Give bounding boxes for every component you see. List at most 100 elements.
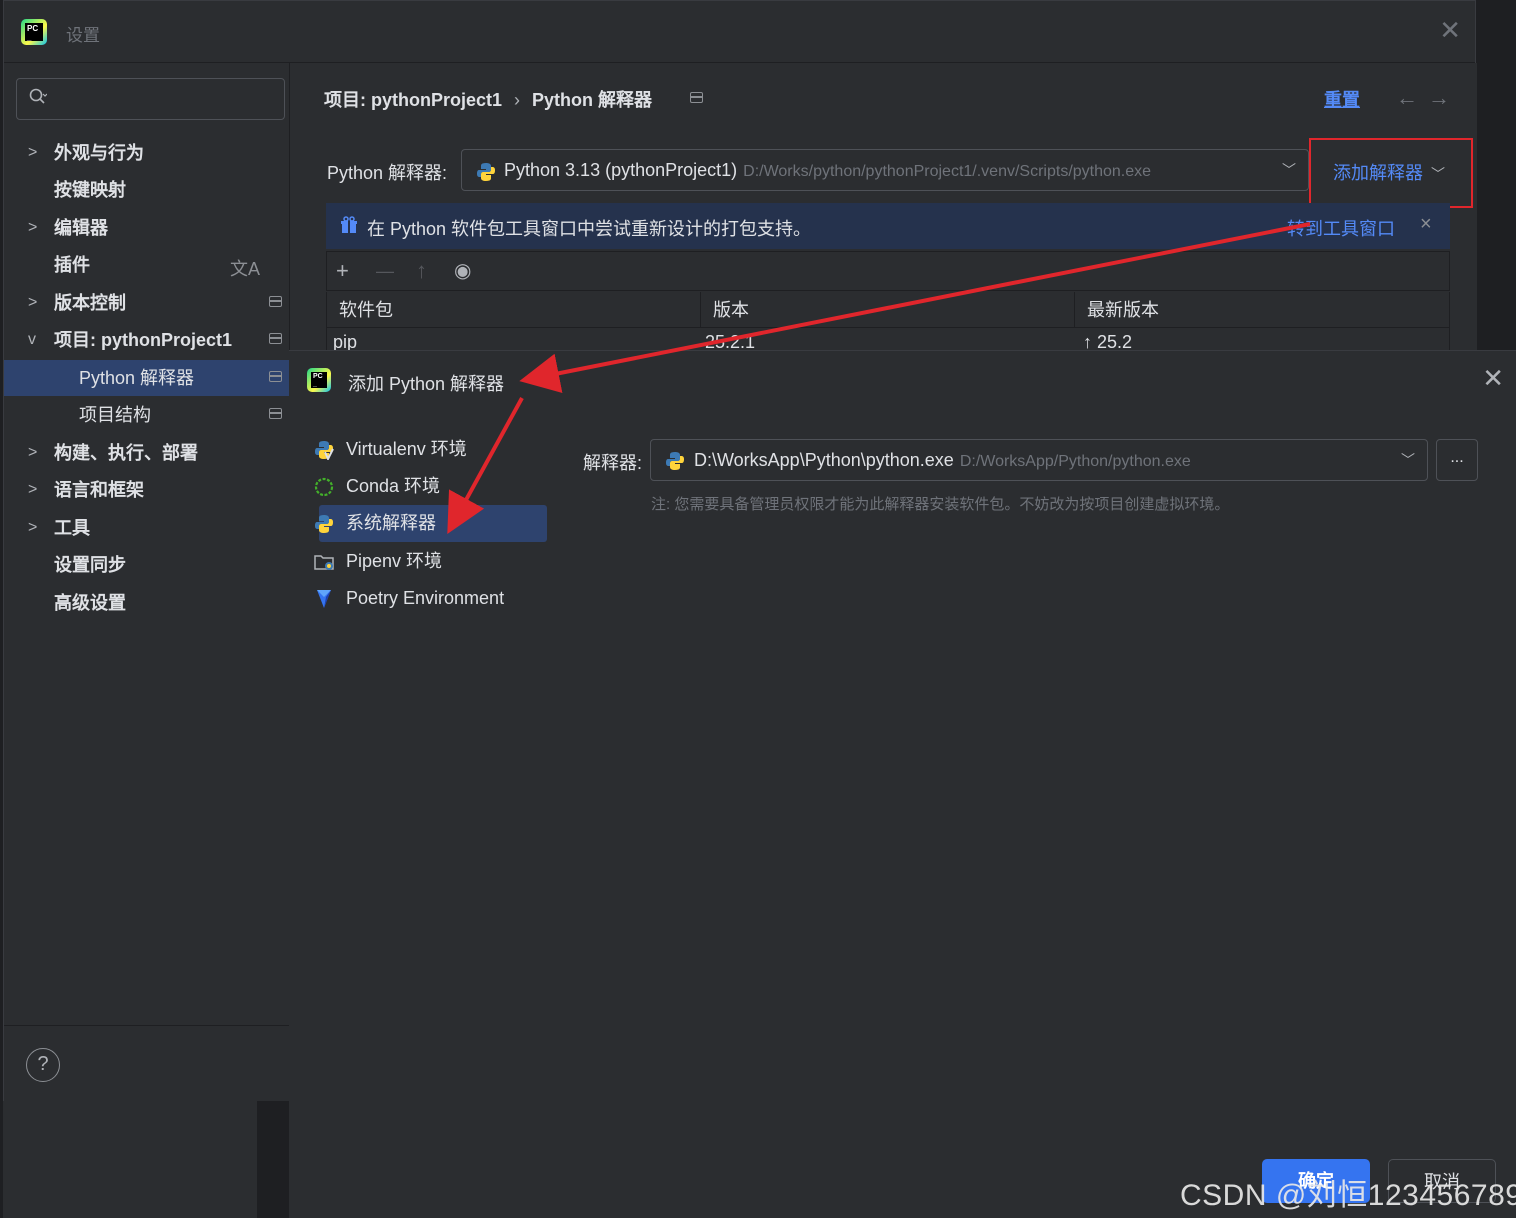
chevron-down-icon: ﹀ bbox=[1282, 162, 1296, 178]
help-button[interactable]: ? bbox=[26, 1048, 60, 1082]
env-item-system-interpreter[interactable]: 系统解释器 bbox=[315, 505, 547, 542]
env-item-poetry[interactable]: Poetry Environment bbox=[309, 580, 549, 617]
back-forward-arrows[interactable]: ←→ bbox=[1396, 85, 1460, 111]
project-scope-icon bbox=[269, 371, 282, 382]
nav-item-appearance[interactable]: > 外观与行为 bbox=[4, 135, 290, 171]
dialog-interpreter-label: 解释器: bbox=[583, 453, 643, 473]
nav-item-label: 构建、执行、部署 bbox=[54, 443, 198, 463]
project-scope-icon bbox=[269, 333, 282, 344]
chevron-down-icon: ﹀ bbox=[1401, 452, 1415, 468]
nav-item-label: 插件 bbox=[54, 255, 90, 275]
nav-item-label: 版本控制 bbox=[54, 293, 126, 313]
packaging-banner: 在 Python 软件包工具窗口中尝试重新设计的打包支持。 转到工具窗口 × bbox=[326, 203, 1450, 249]
upgrade-icon[interactable]: ↑ bbox=[416, 259, 427, 283]
column-header-latest[interactable]: 最新版本 bbox=[1075, 292, 1449, 328]
nav-item-project-structure[interactable]: 项目结构 bbox=[4, 397, 290, 433]
pycharm-logo-icon: PC _ bbox=[307, 368, 331, 392]
remove-icon[interactable]: — bbox=[376, 259, 394, 283]
env-item-label: Pipenv 环境 bbox=[346, 551, 443, 571]
nav-item-vcs[interactable]: > 版本控制 bbox=[4, 285, 290, 321]
settings-sidebar: > 外观与行为 按键映射 > 编辑器 插件 文A > 版本控制 v 项目: py… bbox=[4, 63, 290, 1101]
nav-item-project[interactable]: v 项目: pythonProject1 bbox=[4, 322, 290, 358]
interpreter-label: Python 解释器: bbox=[327, 163, 448, 183]
background-editor bbox=[1476, 0, 1516, 350]
close-icon[interactable]: × bbox=[1420, 213, 1432, 236]
close-icon[interactable]: ✕ bbox=[1439, 17, 1461, 43]
nav-item-advanced[interactable]: 高级设置 bbox=[4, 585, 290, 621]
env-item-label: 系统解释器 bbox=[346, 513, 436, 533]
env-item-label: Conda 环境 bbox=[346, 476, 441, 496]
interpreter-select[interactable]: Python 3.13 (pythonProject1) D:/Works/pyt… bbox=[461, 149, 1309, 191]
reset-link[interactable]: 重置 bbox=[1324, 86, 1360, 112]
nav-item-build[interactable]: > 构建、执行、部署 bbox=[4, 435, 290, 471]
settings-title: 设置 bbox=[66, 26, 100, 45]
pipenv-icon bbox=[314, 555, 334, 570]
env-item-label: Poetry Environment bbox=[346, 588, 505, 608]
dialog-interpreter-value: D:\WorksApp\Python\python.exe D:/WorksApp… bbox=[694, 450, 1191, 470]
banner-message: 在 Python 软件包工具窗口中尝试重新设计的打包支持。 bbox=[367, 219, 812, 239]
cell-version: 25.2.1 bbox=[705, 332, 756, 352]
add-icon[interactable]: + bbox=[336, 259, 349, 283]
nav-item-settings-sync[interactable]: 设置同步 bbox=[4, 547, 290, 583]
breadcrumb-project[interactable]: 项目: pythonProject1 bbox=[324, 90, 502, 110]
eye-icon[interactable]: ◉ bbox=[454, 259, 471, 283]
package-table: 软件包 版本 最新版本 pip 25.2.1 ↑ 25.2 bbox=[326, 292, 1450, 352]
nav-item-label: 项目结构 bbox=[79, 405, 151, 425]
chevron-right-icon: > bbox=[28, 519, 38, 536]
chevron-right-icon: > bbox=[28, 481, 38, 498]
interpreter-select-value: Python 3.13 (pythonProject1) D:/Works/pyt… bbox=[504, 160, 1152, 180]
nav-item-label: 设置同步 bbox=[54, 555, 126, 575]
settings-titlebar: PC _ 设置 ✕ bbox=[4, 1, 1475, 63]
gift-icon bbox=[341, 216, 357, 233]
env-item-virtualenv[interactable]: Virtualenv 环境 bbox=[309, 431, 549, 468]
project-scope-icon bbox=[269, 296, 282, 307]
chevron-right-icon: > bbox=[28, 444, 38, 461]
python-icon bbox=[315, 515, 333, 533]
nav-item-keymap[interactable]: 按键映射 bbox=[4, 172, 290, 208]
env-item-conda[interactable]: Conda 环境 bbox=[309, 468, 549, 505]
breadcrumb-page: Python 解释器 bbox=[532, 90, 653, 110]
env-item-label: Virtualenv 环境 bbox=[346, 439, 467, 459]
nav-item-label: 编辑器 bbox=[54, 218, 108, 238]
pycharm-logo-icon: PC _ bbox=[21, 19, 47, 45]
nav-item-editor[interactable]: > 编辑器 bbox=[4, 210, 290, 246]
sidebar-footer: ? bbox=[4, 1025, 290, 1101]
project-scope-icon bbox=[269, 408, 282, 419]
nav-item-label: 语言和框架 bbox=[54, 480, 144, 500]
package-toolbar: + — ↑ ◉ bbox=[326, 251, 1450, 291]
nav-item-python-interpreter[interactable]: Python 解释器 bbox=[4, 360, 290, 396]
cell-latest: ↑ 25.2 bbox=[1083, 332, 1133, 352]
nav-item-languages[interactable]: > 语言和框架 bbox=[4, 472, 290, 508]
search-icon bbox=[29, 88, 47, 104]
dialog-interpreter-select[interactable]: D:\WorksApp\Python\python.exe D:/WorksApp… bbox=[650, 439, 1428, 481]
add-interpreter-dialog: PC _ 添加 Python 解释器 ✕ Virtualenv 环境 Conda … bbox=[289, 350, 1516, 1218]
column-header-version[interactable]: 版本 bbox=[701, 292, 1075, 328]
nav-item-label: Python 解释器 bbox=[79, 368, 195, 388]
dialog-interpreter-path: D:/WorksApp/Python/python.exe bbox=[959, 453, 1191, 470]
nav-item-label: 按键映射 bbox=[54, 180, 126, 200]
browse-button[interactable]: ... bbox=[1436, 439, 1478, 481]
poetry-icon bbox=[317, 590, 331, 608]
nav-item-label: 外观与行为 bbox=[54, 143, 144, 163]
nav-item-label: 项目: pythonProject1 bbox=[54, 330, 233, 350]
interpreter-path: D:/Works/python/pythonProject1/.venv/Scr… bbox=[743, 163, 1152, 180]
nav-item-tools[interactable]: > 工具 bbox=[4, 510, 290, 546]
env-item-pipenv[interactable]: Pipenv 环境 bbox=[309, 543, 549, 580]
column-header-package[interactable]: 软件包 bbox=[327, 292, 701, 328]
close-icon[interactable]: ✕ bbox=[1482, 365, 1504, 391]
annotation-highlight-box bbox=[1309, 138, 1473, 208]
breadcrumb-separator: › bbox=[514, 90, 521, 110]
nav-item-label: 工具 bbox=[54, 518, 90, 538]
python-icon bbox=[666, 452, 684, 470]
chevron-right-icon: > bbox=[28, 294, 38, 311]
watermark: CSDN @刘恒123456789 bbox=[1180, 1179, 1516, 1212]
nav-item-plugins[interactable]: 插件 文A bbox=[4, 247, 290, 283]
conda-icon bbox=[314, 477, 334, 497]
settings-search-input[interactable] bbox=[16, 78, 285, 120]
banner-link[interactable]: 转到工具窗口 bbox=[1287, 215, 1395, 241]
chevron-right-icon: > bbox=[28, 144, 38, 161]
background-lower-left bbox=[3, 1101, 289, 1218]
python-icon bbox=[477, 163, 495, 181]
chevron-down-icon: v bbox=[28, 331, 36, 348]
virtualenv-icon bbox=[315, 441, 334, 460]
